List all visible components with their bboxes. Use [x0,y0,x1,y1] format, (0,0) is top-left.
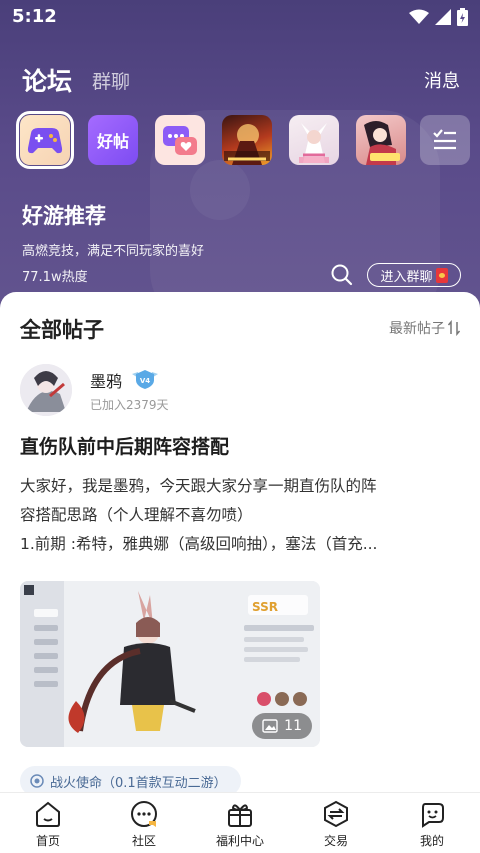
tab-forum[interactable]: 论坛 [22,62,72,98]
author-joined-days: 已加入2379天 [90,398,169,412]
gift-icon [228,804,252,827]
sort-label: 最新帖子 [389,321,445,337]
image-count: 11 [284,718,302,734]
tab-home[interactable]: 首页 [0,793,96,853]
status-bar: 5:12 [0,0,480,34]
app-good-posts[interactable]: 好帖 [88,115,138,165]
home-icon [36,801,60,827]
tab-trade-label: 交易 [323,834,348,848]
tab-mine-label: 我的 [419,834,444,848]
image-icon [262,719,278,733]
svg-text:V4: V4 [140,377,150,385]
bottom-tab-bar: 首页 社区 福利中心 交易 我的 [0,792,480,853]
all-posts-heading: 全部帖子 [20,318,104,342]
chat-bubble-icon [163,126,197,155]
game-art-1 [224,124,270,165]
red-envelope-icon [435,267,448,283]
gamepad-icon [27,128,63,154]
post-body-line: 大家好，我是墨鸦，今天跟大家分享一期直伤队的阵 [20,477,377,495]
sort-dropdown[interactable]: 最新帖子 [389,318,460,338]
app-game-1[interactable] [222,115,272,165]
tab-community[interactable]: 社区 [96,793,192,853]
app-game-center[interactable] [16,111,74,169]
post-game-tag[interactable]: 战火使命（0.1首款互动二游） [20,766,241,792]
status-time: 5:12 [12,6,57,27]
game-tag-label: 战火使命（0.1首款互动二游） [50,775,227,791]
battery-icon [457,8,468,26]
tab-welfare-label: 福利中心 [215,834,264,848]
tab-group-chat[interactable]: 群聊 [92,67,130,94]
featured-title: 好游推荐 [22,204,106,228]
messages-link[interactable]: 消息 [424,67,460,93]
author-name[interactable]: 墨鸦 [90,368,122,392]
game-tag-icon [30,774,44,788]
app-more[interactable] [420,115,470,165]
post-body-line: 容搭配思路（个人理解不喜勿喷） [20,506,253,524]
tab-mine[interactable]: 我的 [384,793,480,853]
tab-welfare[interactable]: 福利中心 [192,793,288,853]
top-navigation: 论坛 群聊 消息 [22,62,460,98]
post-title[interactable]: 直伤队前中后期阵容搭配 [20,432,229,459]
featured-heat: 77.1w热度 [22,270,88,285]
featured-info: 好游推荐 高燃竞技，满足不同玩家的喜好 77.1w热度 [22,200,204,285]
post-body-line: 1.前期 :希特，雅典娜（高级回响抽），塞法（首充... [20,535,378,553]
search-icon[interactable] [330,263,354,287]
post-body[interactable]: 大家好，我是墨鸦，今天跟大家分享一期直伤队的阵 容搭配思路（个人理解不喜勿喷） … [20,472,460,559]
signal-icon [435,9,451,25]
join-group-chat-button[interactable]: 进入群聊 [367,263,461,287]
game-art-3 [364,121,400,165]
svg-text:SSR: SSR [252,600,278,614]
app-chat[interactable] [155,115,205,165]
community-icon [131,801,157,827]
hero-decoration-dot [190,160,250,220]
wifi-icon [409,9,429,24]
post-image[interactable]: SSR 11 [20,581,320,747]
game-art-2 [299,123,329,163]
featured-subtitle: 高燃竞技，满足不同玩家的喜好 [22,244,205,259]
tab-trade[interactable]: 交易 [288,793,384,853]
app-good-posts-label: 好帖 [96,132,129,151]
join-group-chat-label: 进入群聊 [380,269,433,285]
vip-badge-icon: V4 [132,370,158,389]
app-game-3[interactable] [356,115,406,165]
tab-community-label: 社区 [131,834,156,848]
sort-arrows-icon [448,320,460,336]
app-game-2[interactable] [289,115,339,165]
avatar-art [20,364,72,416]
avatar[interactable] [20,364,72,416]
tab-home-label: 首页 [35,834,60,848]
checklist-icon [433,129,456,150]
image-count-badge: 11 [252,713,312,739]
trade-icon [324,800,348,828]
posts-sheet: 全部帖子 最新帖子 墨鸦 V4 已加入2379天 直伤队前中后期阵容搭配 大家好… [0,292,480,792]
profile-icon [422,803,444,828]
